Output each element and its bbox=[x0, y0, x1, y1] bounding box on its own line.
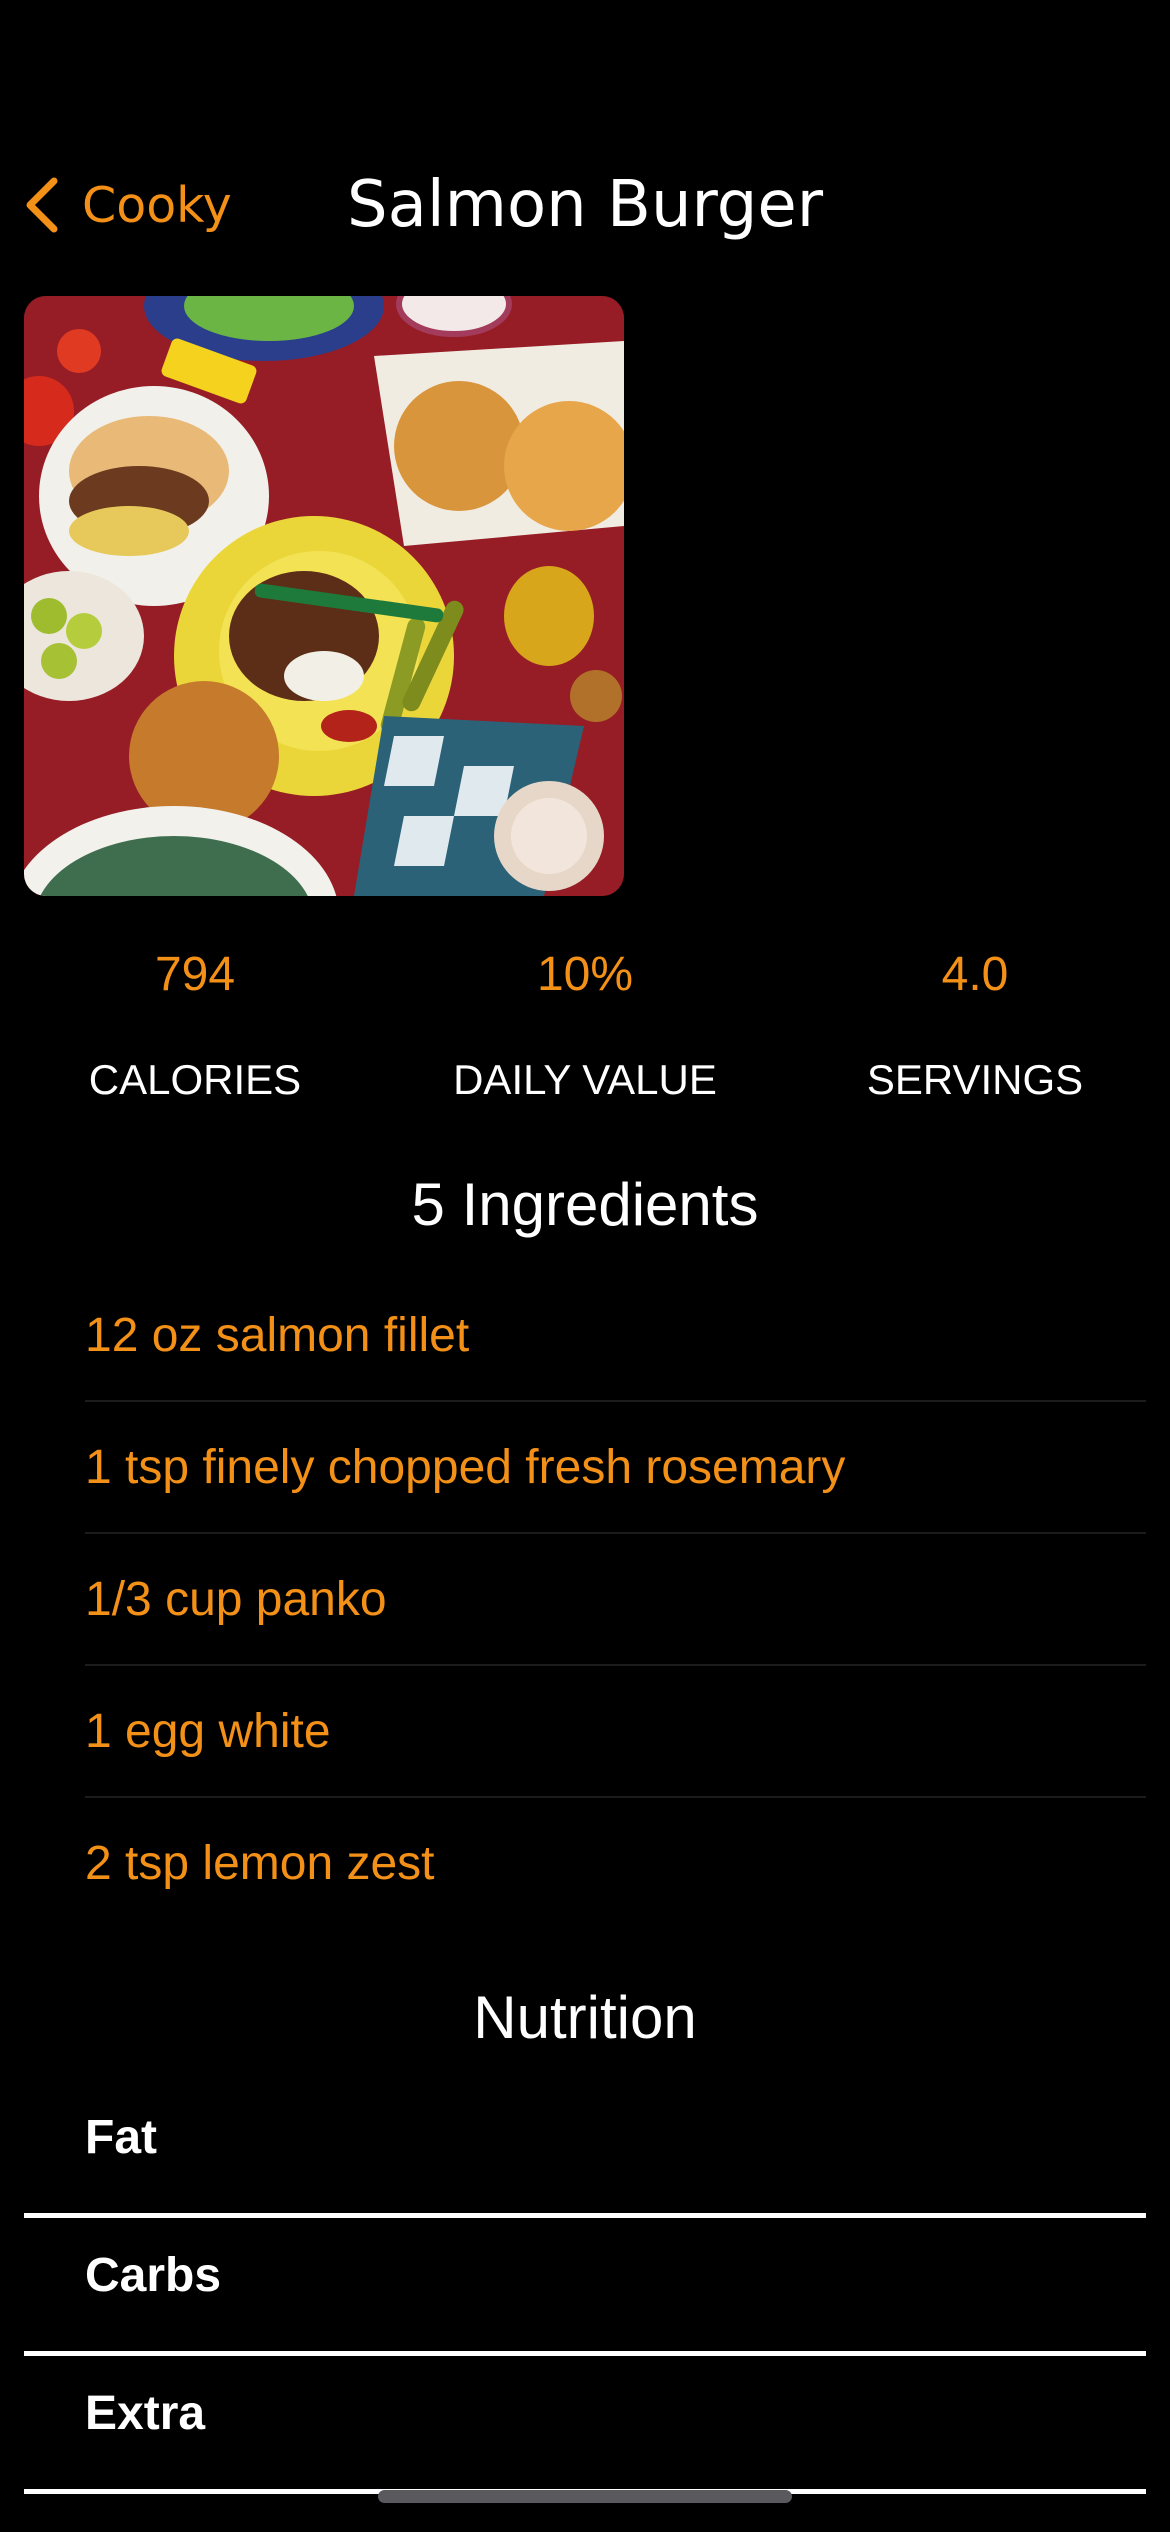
back-button[interactable]: Cooky bbox=[22, 172, 232, 238]
stat-label: CALORIES bbox=[88, 1056, 302, 1103]
nutrition-row-fat[interactable]: Fat bbox=[0, 2080, 1170, 2218]
ingredient-item[interactable]: 2 tsp lemon zest bbox=[0, 1798, 1170, 1930]
recipe-photo bbox=[24, 296, 624, 896]
navigation-bar: Cooky Salmon Burger bbox=[0, 160, 1170, 250]
chevron-left-icon bbox=[26, 177, 58, 233]
recipe-stats: 794 CALORIES 10% DAILY VALUE 4.0 SERVING… bbox=[0, 940, 1170, 1120]
ingredients-heading: 5 Ingredients bbox=[411, 1171, 759, 1238]
stat-label: DAILY VALUE bbox=[453, 1056, 717, 1103]
nutrition-row-extra[interactable]: Extra bbox=[0, 2356, 1170, 2494]
ingredient-item[interactable]: 1 tsp finely chopped fresh rosemary bbox=[0, 1402, 1170, 1534]
nutrition-row-label: Fat bbox=[85, 2111, 157, 2164]
ingredients-list: 12 oz salmon fillet 1 tsp finely chopped… bbox=[0, 1270, 1170, 1930]
nutrition-row-label: Carbs bbox=[85, 2249, 222, 2302]
ingredient-item[interactable]: 1/3 cup panko bbox=[0, 1534, 1170, 1666]
back-button-label: Cooky bbox=[82, 176, 232, 234]
nutrition-heading: Nutrition bbox=[473, 1984, 697, 2051]
stat-calories: 794 CALORIES bbox=[0, 940, 390, 1115]
stat-value: 794 bbox=[154, 948, 236, 1001]
stat-value: 4.0 bbox=[941, 948, 1009, 1001]
stat-daily-value: 10% DAILY VALUE bbox=[390, 940, 780, 1115]
food-photo-icon bbox=[24, 296, 624, 896]
stat-servings: 4.0 SERVINGS bbox=[780, 940, 1170, 1115]
nutrition-row-label: Extra bbox=[85, 2387, 206, 2440]
home-indicator[interactable] bbox=[378, 2490, 792, 2503]
nutrition-list: Fat Carbs Extra bbox=[0, 2080, 1170, 2494]
stat-value: 10% bbox=[536, 948, 634, 1001]
stat-label: SERVINGS bbox=[866, 1056, 1084, 1103]
ingredient-item[interactable]: 1 egg white bbox=[0, 1666, 1170, 1798]
ingredient-item[interactable]: 12 oz salmon fillet bbox=[0, 1270, 1170, 1402]
nutrition-row-carbs[interactable]: Carbs bbox=[0, 2218, 1170, 2356]
